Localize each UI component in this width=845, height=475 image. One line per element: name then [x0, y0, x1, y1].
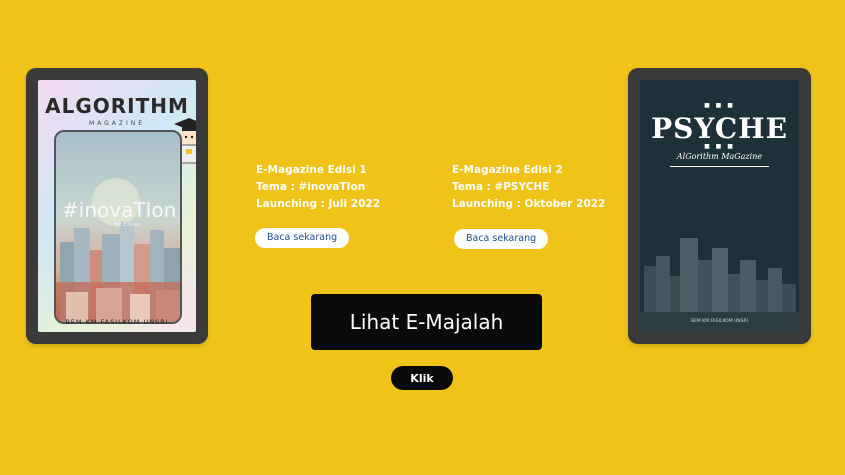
magazine-cover-edition-1[interactable]: ALGORITHM MAGAZINE #inovaTIon 1st Editio…: [38, 80, 196, 332]
edition-2-theme: Tema : #PSYCHE: [452, 181, 550, 193]
edition-1-theme: Tema : #inovaTIon: [256, 181, 366, 193]
edition-2-title: E-Magazine Edisi 2: [452, 164, 563, 176]
view-emagazine-button[interactable]: Lihat E-Majalah: [311, 294, 542, 350]
cover-footer: BEM KM FASILKOM UNSRI: [691, 319, 748, 324]
magazine-cover-edition-2[interactable]: ■ ■ ■ PSYCHE ■ ■ ■ AlGorithm MaGazine BE…: [640, 80, 799, 332]
edition-1-info: E-Magazine Edisi 1 Tema : #inovaTIon Lau…: [256, 162, 380, 213]
read-now-button-edition-2[interactable]: Baca sekarang: [454, 229, 549, 249]
cover-hashtag: #inovaTIon: [62, 198, 177, 222]
edition-1-launch: Launching : Juli 2022: [256, 198, 380, 210]
cover-edition: 1st Edition: [114, 222, 141, 228]
tablet-edition-1: ALGORITHM MAGAZINE #inovaTIon 1st Editio…: [26, 68, 208, 344]
edition-2-launch: Launching : Oktober 2022: [452, 198, 606, 210]
cover-title: ALGORITHM: [45, 94, 189, 118]
city-skyline-illustration: [640, 238, 799, 332]
tablet-edition-2: ■ ■ ■ PSYCHE ■ ■ ■ AlGorithm MaGazine BE…: [628, 68, 811, 344]
cover-footer: BEM KM FASILKOM UNSRI: [65, 318, 169, 326]
read-now-button-edition-1[interactable]: Baca sekarang: [255, 228, 350, 248]
klik-button[interactable]: Klik: [391, 366, 453, 390]
edition-1-title: E-Magazine Edisi 1: [256, 164, 367, 176]
edition-2-info: E-Magazine Edisi 2 Tema : #PSYCHE Launch…: [452, 162, 605, 213]
cover-illustration: #inovaTIon 1st Edition: [54, 130, 182, 324]
